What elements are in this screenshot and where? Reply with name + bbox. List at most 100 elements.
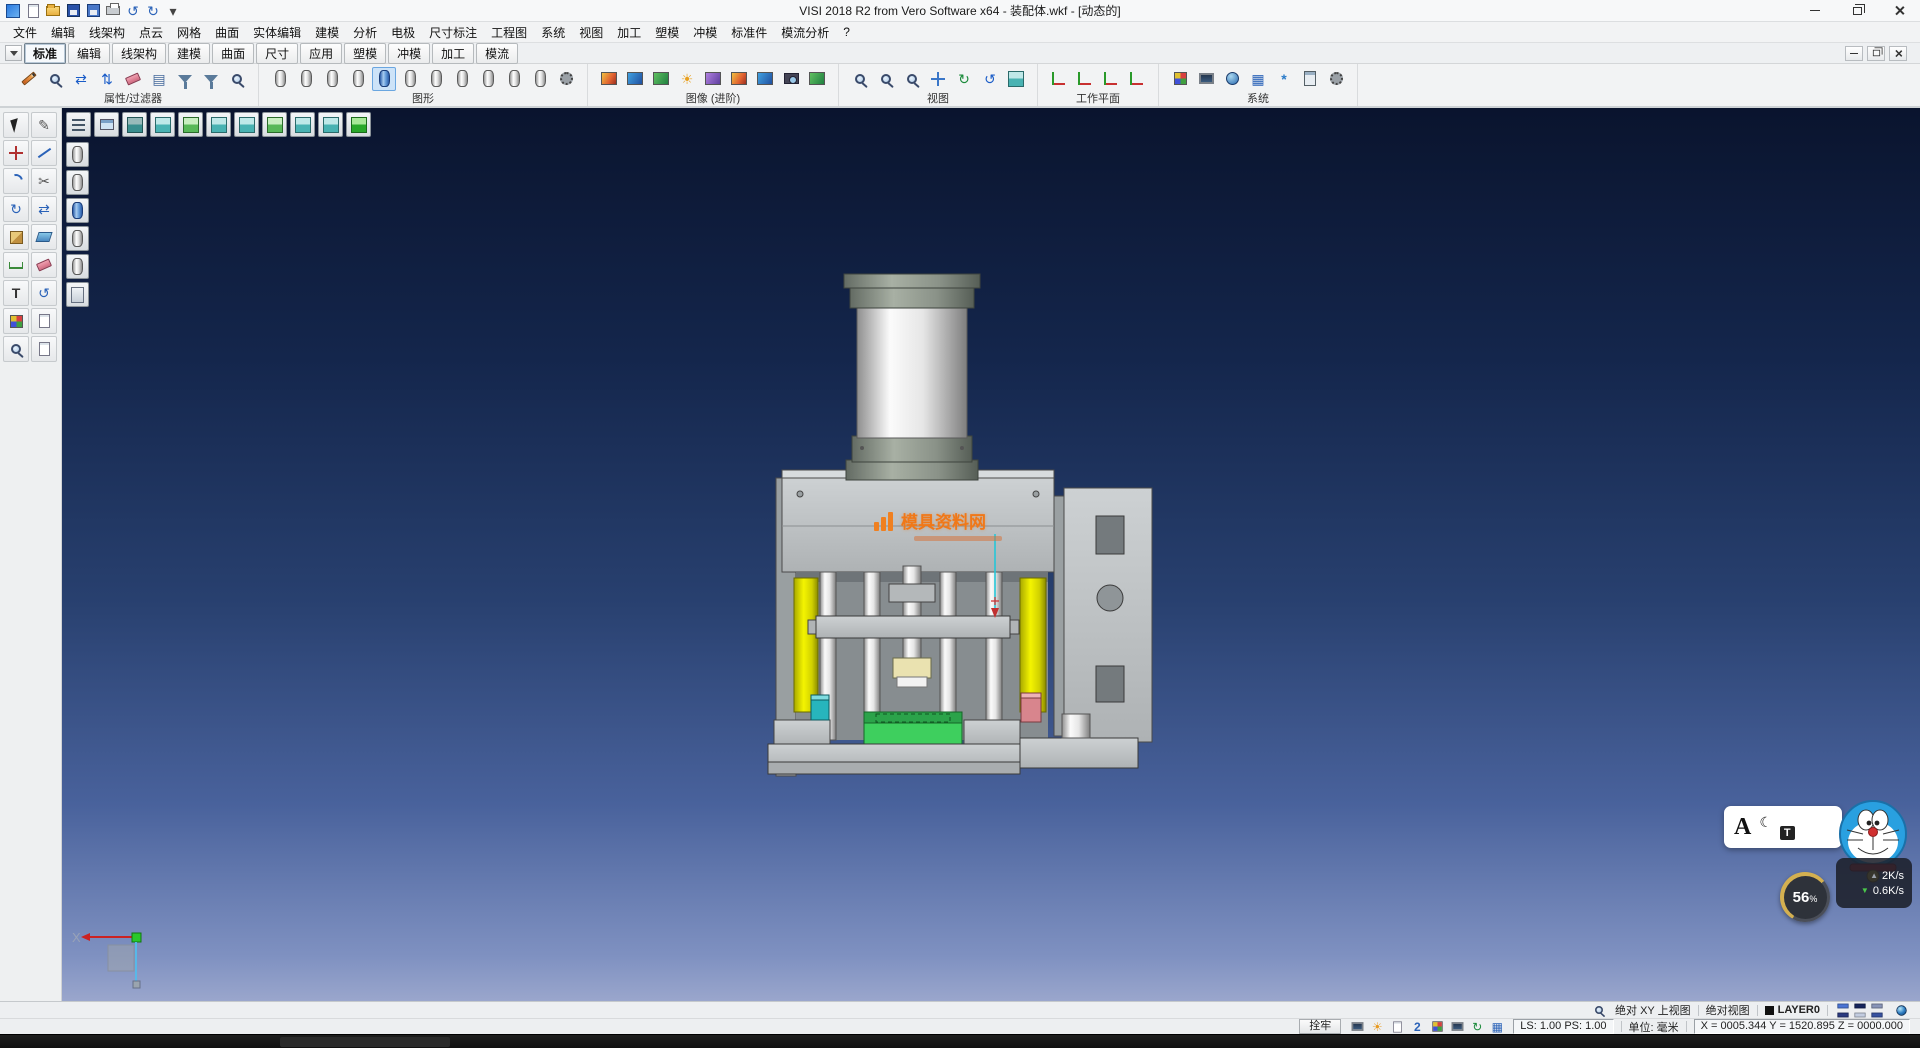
menu-item-file[interactable]: 文件 [6, 22, 44, 43]
dimension-icon[interactable] [3, 252, 29, 278]
tab-flow[interactable]: 模流 [476, 43, 518, 64]
menu-item-mold[interactable]: 塑模 [648, 22, 686, 43]
calculator-icon[interactable] [1298, 67, 1322, 91]
taskbar-item[interactable] [280, 1037, 450, 1047]
menu-item-dimensioning[interactable]: 尺寸标注 [422, 22, 484, 43]
lock-toggle-button[interactable]: 拴牢 [1299, 1019, 1341, 1034]
ime-toolbar[interactable]: A ☾ T [1724, 806, 1842, 848]
textures-icon[interactable] [649, 67, 673, 91]
display-shaded-icon[interactable] [66, 198, 89, 223]
bottom-view-cube-icon[interactable] [318, 112, 343, 137]
selection-filter-icon[interactable] [199, 67, 223, 91]
copy-attributes-icon[interactable]: ⇅ [95, 67, 119, 91]
undo-icon[interactable]: ↺ [124, 2, 142, 20]
right-view-cube-icon[interactable] [234, 112, 259, 137]
sketch-line-icon[interactable] [31, 140, 57, 166]
shadows-icon[interactable] [701, 67, 725, 91]
refresh-display-icon[interactable] [268, 67, 292, 91]
menu-item-mesh[interactable]: 网格 [170, 22, 208, 43]
menu-item-modeling[interactable]: 建模 [308, 22, 346, 43]
edit-attributes-icon[interactable] [17, 67, 41, 91]
surface-icon[interactable] [31, 224, 57, 250]
zoom-in-icon[interactable] [900, 67, 924, 91]
close-button[interactable] [1878, 0, 1920, 21]
document-icon[interactable] [31, 308, 57, 334]
menu-item-surface[interactable]: 曲面 [208, 22, 246, 43]
shaded-edges-display-icon[interactable] [372, 67, 396, 91]
element-filter-icon[interactable] [173, 67, 197, 91]
absolute-xy-view[interactable]: 绝对 XY 上视图 [1615, 1002, 1691, 1018]
menu-item-machining[interactable]: 加工 [610, 22, 648, 43]
mdi-restore-button[interactable] [1867, 46, 1885, 61]
iso-view-cube-icon[interactable] [122, 112, 147, 137]
left-view-cube-icon[interactable] [262, 112, 287, 137]
menu-item-system[interactable]: 系统 [534, 22, 572, 43]
menu-item-help[interactable]: ? [836, 23, 857, 41]
monitor-icon[interactable] [1448, 1020, 1466, 1034]
display-wire-icon[interactable] [66, 226, 89, 251]
palette-icon[interactable] [3, 308, 29, 334]
tab-mold[interactable]: 塑模 [344, 43, 386, 64]
new-file-icon[interactable] [24, 2, 42, 20]
app-icon[interactable] [4, 2, 22, 20]
render-orb-icon[interactable] [1892, 1003, 1910, 1017]
transparent-display-icon[interactable] [398, 67, 422, 91]
display-all-icon[interactable] [66, 142, 89, 167]
workplane-entity-icon[interactable] [1125, 67, 1149, 91]
delete-attributes-icon[interactable] [121, 67, 145, 91]
pan-icon[interactable] [926, 67, 950, 91]
trim-icon[interactable]: ✂ [31, 168, 57, 194]
hidden-line-display-icon[interactable] [320, 67, 344, 91]
wireframe-display-icon[interactable] [294, 67, 318, 91]
display-clip-icon[interactable] [66, 282, 89, 307]
snap-icon[interactable] [3, 140, 29, 166]
tab-surface[interactable]: 曲面 [212, 43, 254, 64]
snapshot-icon[interactable] [779, 67, 803, 91]
materials-icon[interactable] [623, 67, 647, 91]
mdi-minimize-button[interactable] [1845, 46, 1863, 61]
animation-icon[interactable] [805, 67, 829, 91]
previous-view-icon[interactable]: ↺ [978, 67, 1002, 91]
save-all-icon[interactable] [84, 2, 102, 20]
reflections-icon[interactable] [727, 67, 751, 91]
rotate-icon[interactable]: ↻ [3, 196, 29, 222]
print-icon[interactable] [104, 2, 122, 20]
minimize-button[interactable] [1794, 0, 1836, 21]
view-cube-icon[interactable] [1004, 67, 1028, 91]
workplane-xy-icon[interactable] [1047, 67, 1071, 91]
tab-edit[interactable]: 编辑 [68, 43, 110, 64]
network-speed-panel[interactable]: ▲ 2K/s ▼ 0.6K/s [1836, 858, 1912, 908]
text-icon[interactable]: T [3, 280, 29, 306]
quick-select-icon[interactable] [225, 67, 249, 91]
ime-mode-letter[interactable]: A [1734, 814, 1751, 841]
tab-die[interactable]: 冲模 [388, 43, 430, 64]
render-icon[interactable] [597, 67, 621, 91]
display-trans-icon[interactable] [66, 254, 89, 279]
dynamic-view-cube-icon[interactable] [346, 112, 371, 137]
shaded-display-icon[interactable] [346, 67, 370, 91]
color-swatch[interactable] [1852, 1002, 1868, 1010]
mdi-close-button[interactable] [1889, 46, 1907, 61]
background-icon[interactable] [753, 67, 777, 91]
display-pair-icon[interactable] [502, 67, 526, 91]
tab-modeling[interactable]: 建模 [168, 43, 210, 64]
solid-icon[interactable] [3, 224, 29, 250]
menu-item-die[interactable]: 冲模 [686, 22, 724, 43]
menu-item-analysis[interactable]: 分析 [346, 22, 384, 43]
notes-icon[interactable] [31, 336, 57, 362]
ime-moon-icon[interactable]: ☾ [1759, 814, 1772, 831]
layer-indicator[interactable]: LAYER0 [1765, 1004, 1820, 1016]
absolute-view[interactable]: 绝对视图 [1706, 1002, 1750, 1018]
redo-icon[interactable]: ↻ [144, 2, 162, 20]
curve-display-icon[interactable] [450, 67, 474, 91]
menu-item-view[interactable]: 视图 [572, 22, 610, 43]
tab-dropdown-button[interactable] [5, 45, 22, 61]
erase-icon[interactable] [31, 252, 57, 278]
grid-view-cube-icon[interactable] [150, 112, 175, 137]
tab-application[interactable]: 应用 [300, 43, 342, 64]
menu-item-point-cloud[interactable]: 点云 [132, 22, 170, 43]
edit-pencil-icon[interactable]: ✎ [31, 112, 57, 138]
toolbar-options-icon[interactable]: ▾ [164, 2, 182, 20]
percent-badge[interactable]: 56 % [1780, 872, 1830, 922]
menu-item-drafting[interactable]: 工程图 [484, 22, 534, 43]
